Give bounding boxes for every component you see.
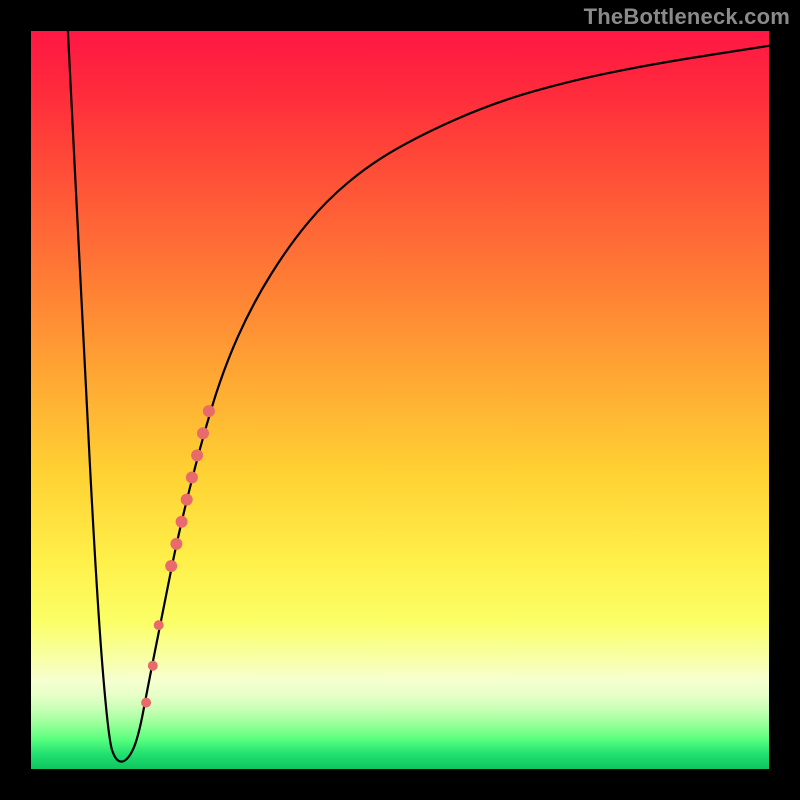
highlight-marker xyxy=(142,698,151,707)
watermark-text: TheBottleneck.com xyxy=(584,4,790,30)
highlight-marker xyxy=(198,428,209,439)
highlight-marker xyxy=(171,538,182,549)
highlight-marker xyxy=(186,472,197,483)
highlight-markers xyxy=(142,406,215,707)
highlight-marker xyxy=(203,406,214,417)
highlight-marker xyxy=(148,661,157,670)
highlight-marker xyxy=(176,516,187,527)
chart-frame: TheBottleneck.com xyxy=(0,0,800,800)
bottleneck-curve xyxy=(68,31,769,762)
plot-area xyxy=(31,31,769,769)
highlight-marker xyxy=(192,450,203,461)
highlight-marker xyxy=(166,561,177,572)
highlight-marker xyxy=(181,494,192,505)
curve-layer xyxy=(31,31,769,769)
highlight-marker xyxy=(154,621,163,630)
